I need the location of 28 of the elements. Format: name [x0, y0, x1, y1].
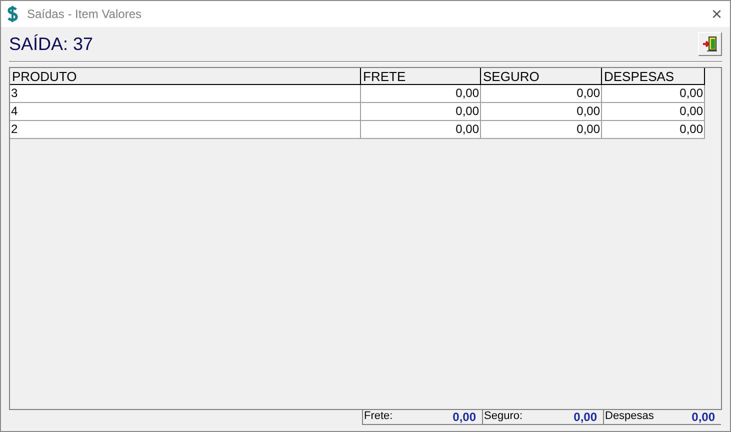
column-header[interactable]: PRODUTO [10, 68, 361, 85]
total-value: 0,00 [574, 408, 597, 426]
table-cell: 4 [10, 103, 361, 121]
total-label: Seguro: [484, 409, 523, 424]
table-cell: 0,00 [602, 103, 705, 121]
window-title: Saídas - Item Valores [27, 6, 142, 23]
table-cell: 2 [10, 121, 361, 139]
total-value: 0,00 [692, 408, 715, 426]
table-cell: 3 [10, 85, 361, 103]
exit-button[interactable] [698, 32, 722, 56]
table-cell: 0,00 [602, 121, 705, 139]
table-cell: 0,00 [481, 85, 602, 103]
table-cell: 0,00 [361, 103, 481, 121]
total-label: Frete: [364, 409, 393, 424]
close-button[interactable]: × [711, 5, 722, 23]
column-header[interactable]: SEGURO [481, 68, 602, 85]
table-cell: 0,00 [481, 121, 602, 139]
total-value: 0,00 [452, 408, 476, 426]
table-cell: 0,00 [361, 121, 481, 139]
table-cell: 0,00 [481, 103, 602, 121]
door-exit-icon [702, 36, 718, 52]
table-cell: 0,00 [602, 85, 705, 103]
column-header[interactable]: DESPESAS [602, 68, 705, 85]
heading: SAÍDA: 37 [9, 32, 94, 56]
column-header[interactable]: FRETE [361, 68, 481, 85]
dollar-icon [7, 6, 18, 22]
total-label: Despesas [605, 409, 654, 424]
table-cell: 0,00 [361, 85, 481, 103]
